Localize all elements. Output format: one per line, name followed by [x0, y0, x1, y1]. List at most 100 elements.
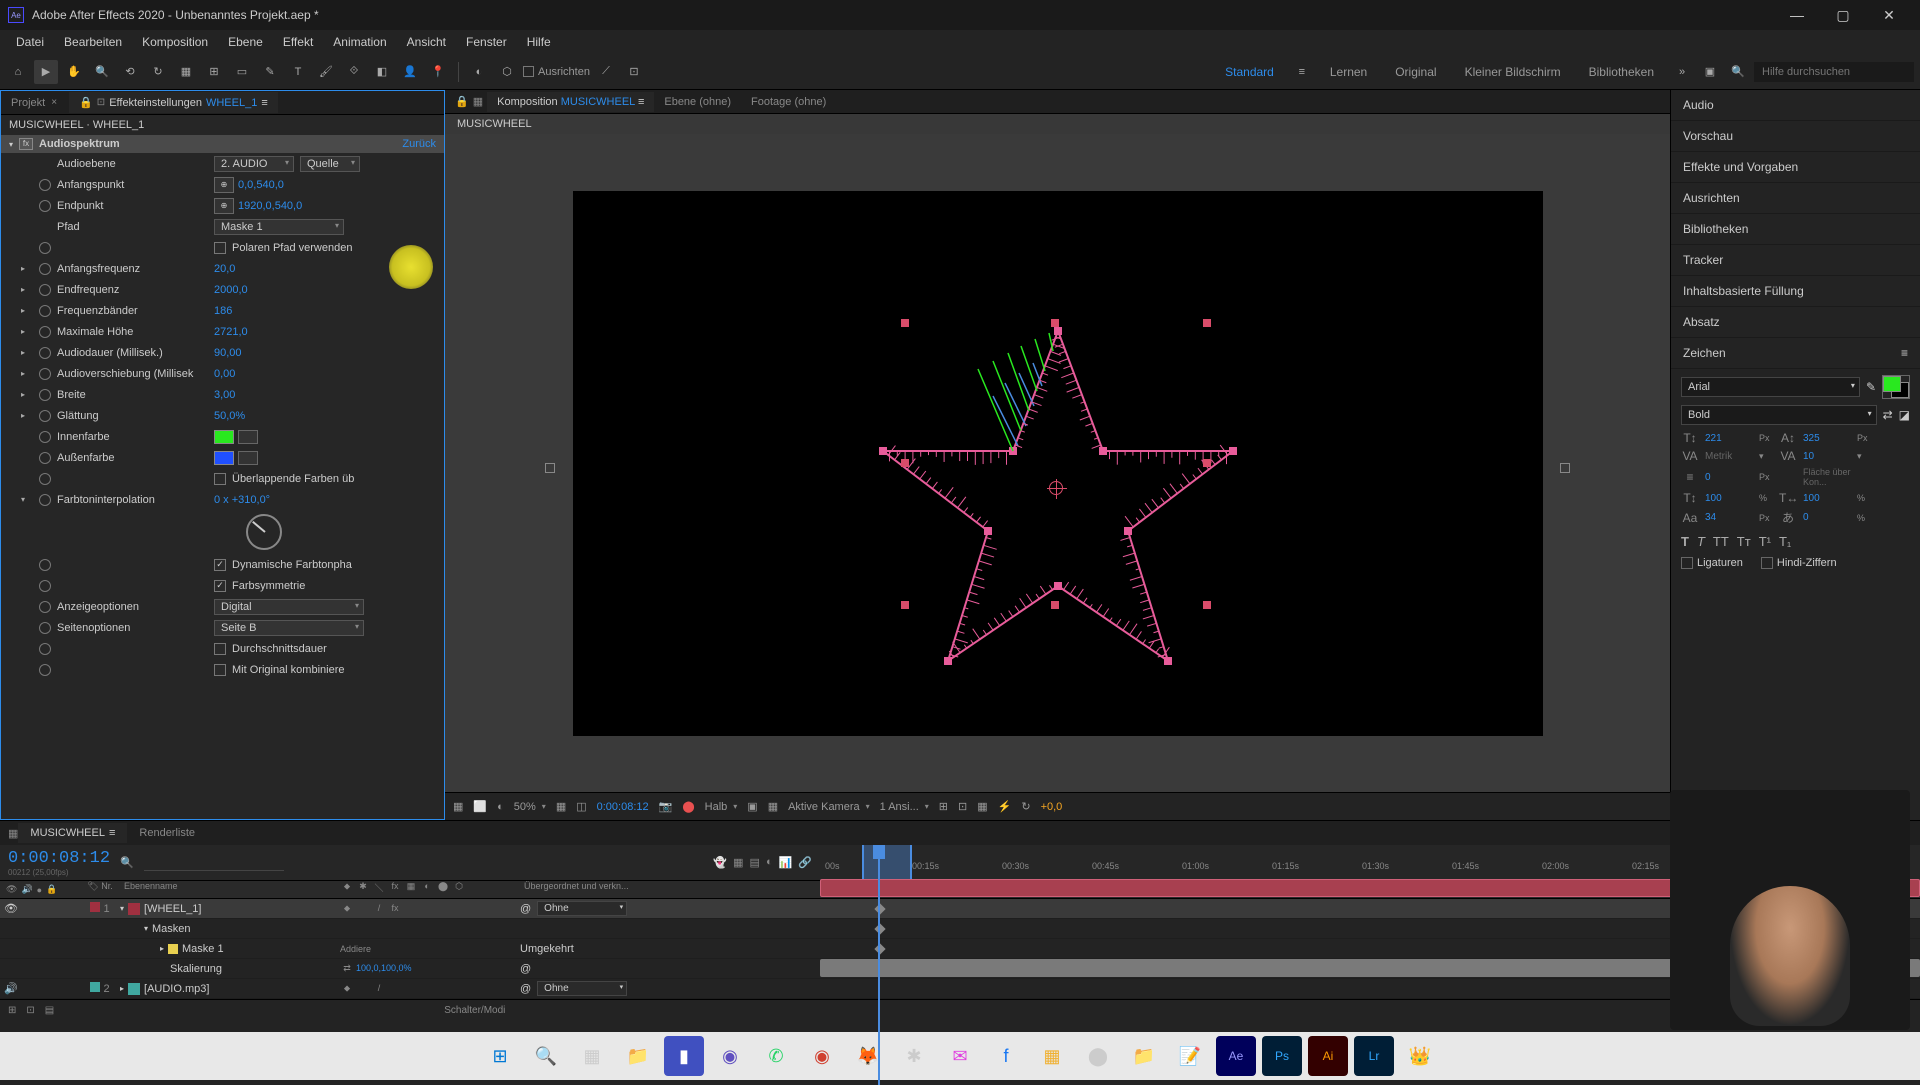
draft3d-icon[interactable]: ▦ [733, 856, 743, 869]
overlap-checkbox[interactable] [214, 473, 226, 485]
angle-control[interactable] [246, 514, 282, 550]
whatsapp-icon[interactable]: ✆ [756, 1036, 796, 1076]
invert-label[interactable]: Umgekehrt [520, 943, 574, 955]
workspace-original[interactable]: Original [1383, 61, 1448, 83]
camera-dropdown[interactable]: Aktive Kamera [788, 801, 870, 813]
stopwatch-icon[interactable] [39, 601, 51, 613]
collapse-icon[interactable]: ▾ [21, 495, 25, 504]
pen-tool-icon[interactable]: ✎ [258, 60, 282, 84]
app-icon[interactable]: ◉ [802, 1036, 842, 1076]
snap-opt2-icon[interactable]: ⊡ [622, 60, 646, 84]
layer-tab[interactable]: Ebene (ohne) [654, 92, 741, 112]
panel-zeichen-header[interactable]: Zeichen≡ [1671, 338, 1920, 369]
current-time-indicator[interactable] [878, 845, 880, 1085]
panel-content-fill[interactable]: Inhaltsbasierte Füllung [1671, 276, 1920, 307]
workspace-more-icon[interactable]: » [1670, 60, 1694, 84]
view-opt3-icon[interactable]: ▦ [977, 800, 987, 813]
start-point-value[interactable]: 0,0,540,0 [238, 179, 284, 191]
stopwatch-icon[interactable] [39, 622, 51, 634]
switches-label[interactable]: Schalter/Modi [444, 1005, 505, 1016]
masks-group[interactable]: ▾ Masken [0, 919, 1920, 939]
workspace-menu-icon[interactable]: ≡ [1290, 60, 1314, 84]
display-dropdown[interactable]: Digital [214, 599, 364, 615]
app-icon[interactable]: ✱ [894, 1036, 934, 1076]
stopwatch-icon[interactable] [39, 452, 51, 464]
stopwatch-icon[interactable] [39, 664, 51, 676]
anchor-point-icon[interactable] [1049, 481, 1063, 495]
tsume-value[interactable]: 0 [1803, 512, 1851, 523]
bands-value[interactable]: 186 [214, 305, 232, 317]
search-icon[interactable]: 🔍 [120, 856, 134, 869]
after-effects-icon[interactable]: Ae [1216, 1036, 1256, 1076]
rotate-tool-icon[interactable]: ↻ [146, 60, 170, 84]
menu-bearbeiten[interactable]: Bearbeiten [54, 31, 132, 53]
audio-off-value[interactable]: 0,00 [214, 368, 235, 380]
menu-hilfe[interactable]: Hilfe [517, 31, 561, 53]
zoom-tool-icon[interactable]: 🔍 [90, 60, 114, 84]
mask-color[interactable] [168, 944, 178, 954]
outer-color-swatch[interactable] [214, 451, 234, 465]
link-icon[interactable]: ⇄ [340, 963, 354, 974]
resolution-dropdown[interactable]: Halb [705, 801, 738, 813]
ligatures-checkbox[interactable]: Ligaturen [1681, 557, 1743, 569]
puppet-tool-icon[interactable]: 📍 [426, 60, 450, 84]
smooth-value[interactable]: 50,0% [214, 410, 245, 422]
expand-icon[interactable]: ▸ [21, 327, 25, 336]
panel-ausrichten[interactable]: Ausrichten [1671, 183, 1920, 214]
expand-icon[interactable]: ▸ [21, 348, 25, 357]
selection-handle[interactable] [1051, 601, 1059, 609]
audio-source-dropdown[interactable]: Quelle [300, 156, 360, 172]
firefox-icon[interactable]: 🦊 [848, 1036, 888, 1076]
stopwatch-icon[interactable] [39, 643, 51, 655]
color-swatch[interactable] [1882, 375, 1910, 399]
path-dropdown[interactable]: Maske 1 [214, 219, 344, 235]
stopwatch-icon[interactable] [39, 494, 51, 506]
stopwatch-icon[interactable] [39, 389, 51, 401]
allcaps-icon[interactable]: TT [1713, 534, 1729, 549]
shape-tool-icon[interactable]: ▭ [230, 60, 254, 84]
view-opt-icon[interactable]: ⊞ [939, 800, 948, 813]
font-weight-dropdown[interactable]: Bold [1681, 405, 1877, 425]
layer-color[interactable] [90, 982, 100, 992]
close-icon[interactable]: × [49, 97, 59, 108]
target-icon[interactable]: ⊕ [214, 177, 234, 193]
audio-layer-dropdown[interactable]: 2. AUDIO [214, 156, 294, 172]
superscript-icon[interactable]: T¹ [1759, 534, 1771, 549]
italic-icon[interactable]: T [1697, 534, 1705, 549]
speaker-icon[interactable]: 🔊 [4, 982, 18, 995]
shy-icon[interactable]: 👻 [713, 856, 727, 869]
avg-checkbox[interactable] [214, 643, 226, 655]
layer-row-1[interactable]: 👁 1 ▾[WHEEL_1] ⬥/fx @Ohne [0, 899, 1920, 919]
snap-checkbox[interactable]: Ausrichten [523, 66, 590, 78]
layer-2-name[interactable]: [AUDIO.mp3] [144, 983, 209, 995]
pickwhip-icon[interactable]: @ [520, 963, 531, 975]
parent-dropdown[interactable]: Ohne [537, 901, 627, 916]
stopwatch-icon[interactable] [39, 263, 51, 275]
project-tab[interactable]: Projekt× [1, 93, 69, 113]
brainstorm-icon[interactable]: 🔗 [798, 856, 812, 869]
stopwatch-icon[interactable] [39, 580, 51, 592]
toggle-switches-icon[interactable]: ⊞ [8, 1005, 16, 1016]
stopwatch-icon[interactable] [39, 368, 51, 380]
panel-menu-icon[interactable]: ≡ [261, 97, 267, 109]
panel-absatz[interactable]: Absatz [1671, 307, 1920, 338]
expand-icon[interactable]: ▸ [21, 369, 25, 378]
viewer-timecode[interactable]: 0:00:08:12 [597, 801, 649, 813]
side-dropdown[interactable]: Seite B [214, 620, 364, 636]
timeline-search-input[interactable] [144, 855, 284, 871]
scale-value[interactable]: 100,0,100,0% [356, 963, 370, 974]
kerning-value[interactable]: Metrik [1705, 451, 1753, 462]
stopwatch-icon[interactable] [39, 473, 51, 485]
workspace-lernen[interactable]: Lernen [1318, 61, 1379, 83]
home-icon[interactable]: ⌂ [6, 60, 30, 84]
mask-mode-dropdown[interactable]: Addiere [340, 944, 410, 954]
minimize-button[interactable]: — [1774, 0, 1820, 30]
panel-vorschau[interactable]: Vorschau [1671, 121, 1920, 152]
photoshop-icon[interactable]: Ps [1262, 1036, 1302, 1076]
lock-icon[interactable]: 🔒 [455, 95, 469, 108]
alpha-icon[interactable]: ⬜ [473, 800, 487, 813]
grid-icon[interactable]: ▦ [556, 800, 566, 813]
panel-menu-icon[interactable]: ≡ [638, 96, 644, 108]
selection-handle[interactable] [901, 319, 909, 327]
fill-over-value[interactable]: Fläche über Kon... [1803, 467, 1871, 487]
